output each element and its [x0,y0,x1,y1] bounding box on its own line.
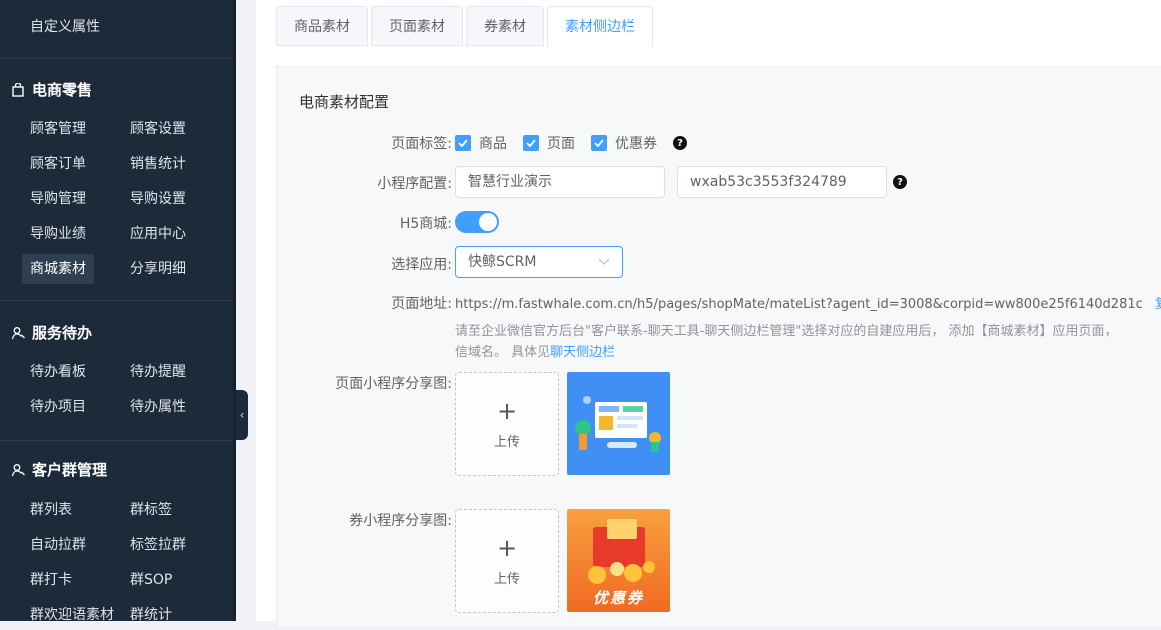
sidebar-item-group-stats[interactable]: 群统计 [122,600,180,630]
hint-line: 请至企业微信官方后台"客户联系-聊天工具-聊天侧边栏管理"选择对应的自建应用后，… [455,324,1118,339]
sidebar-section-group-management[interactable]: 客户群管理 [10,459,107,480]
plus-icon: + [496,396,518,425]
sidebar-item-group-welcome[interactable]: 群欢迎语素材 [22,600,122,630]
user-icon [10,462,26,478]
coupon-share-image-label: 券小程序分享图: [349,513,452,529]
chat-sidebar-link[interactable]: 聊天侧边栏 [550,345,615,360]
sidebar-scrollbar[interactable] [233,0,236,621]
panel-title: 电商素材配置 [299,93,390,111]
sidebar-item-app-center[interactable]: 应用中心 [122,219,194,249]
hint-line-prefix: 信域名。 具体见 [455,345,551,360]
mini-program-appid-input[interactable]: wxab53c3553f324789 [677,166,887,198]
page-tags-group: 商品 页面 优惠券 ? [455,133,687,153]
shopping-bag-icon [10,82,26,98]
checkbox-product[interactable] [455,135,471,151]
sidebar-item-auto-group[interactable]: 自动拉群 [22,530,94,560]
sidebar-divider [0,300,236,301]
app-select[interactable]: 快鲸SCRM [455,246,623,278]
sidebar-item-sales-stats[interactable]: 销售统计 [122,149,194,179]
checkbox-page[interactable] [523,135,539,151]
page-tags-label: 页面标签: [391,136,452,152]
sidebar: 自定义属性 电商零售 顾客管理 顾客设置 顾客订单 销售统计 导购管理 导购设置… [0,0,236,623]
tab-page-materials[interactable]: 页面素材 [371,6,463,46]
sidebar-item-customer-orders[interactable]: 顾客订单 [22,149,94,179]
checkbox-label: 商品 [479,136,507,152]
sidebar-item-guide-settings[interactable]: 导购设置 [122,184,194,214]
page-share-image-label: 页面小程序分享图: [335,376,452,392]
checkbox-label: 页面 [547,136,575,152]
coupon-share-upload-button[interactable]: + 上传 [455,509,559,613]
user-icon [10,325,26,341]
sidebar-item-todo-attributes[interactable]: 待办属性 [122,392,194,422]
sidebar-item-guide-performance[interactable]: 导购业绩 [22,219,94,249]
help-icon[interactable]: ? [673,136,687,150]
config-panel: 电商素材配置 页面标签: 商品 页面 优惠券 ? 小程序配置: 智慧行业演示 w… [276,66,1161,626]
sidebar-collapse-button[interactable]: ‹ [236,390,248,440]
sidebar-item-group-list[interactable]: 群列表 [22,495,80,525]
sidebar-item-group-sop[interactable]: 群SOP [122,565,180,595]
sidebar-item-custom-attributes[interactable]: 自定义属性 [30,16,100,36]
sidebar-section-ecommerce[interactable]: 电商零售 [10,79,92,100]
sidebar-item-customer-management[interactable]: 顾客管理 [22,114,94,144]
main-content: 商品素材 页面素材 券素材 素材侧边栏 电商素材配置 页面标签: 商品 页面 优… [256,0,1161,626]
copy-link[interactable]: 复制 [1155,297,1161,312]
mini-program-name-input[interactable]: 智慧行业演示 [455,166,665,198]
sidebar-item-mall-materials[interactable]: 商城素材 [22,254,94,284]
sidebar-section-service-todo[interactable]: 服务待办 [10,322,92,343]
tab-product-materials[interactable]: 商品素材 [276,6,368,46]
checkbox-label: 优惠券 [615,136,657,152]
coupon-share-image-preview[interactable]: 优惠券 [567,509,670,612]
sidebar-item-tag-group[interactable]: 标签拉群 [122,530,194,560]
app-select-value: 快鲸SCRM [468,254,537,270]
page-url-value: https://m.fastwhale.com.cn/h5/pages/shop… [455,297,1143,312]
chevron-left-icon: ‹ [239,408,245,422]
sidebar-item-group-tags[interactable]: 群标签 [122,495,180,525]
dashboard-illustration-icon [575,396,661,452]
plus-icon: + [496,533,518,562]
sidebar-item-customer-settings[interactable]: 顾客设置 [122,114,194,144]
upload-label: 上传 [493,571,520,587]
sidebar-item-todo-board[interactable]: 待办看板 [22,357,94,387]
select-app-label: 选择应用: [391,257,452,273]
tab-bar: 商品素材 页面素材 券素材 素材侧边栏 [276,6,656,46]
page-url-label: 页面地址: [391,296,452,312]
upload-label: 上传 [493,434,520,450]
sidebar-section-title: 服务待办 [32,324,93,342]
sidebar-divider [0,440,236,441]
sidebar-item-todo-reminder[interactable]: 待办提醒 [122,357,194,387]
page-url-row: https://m.fastwhale.com.cn/h5/pages/shop… [455,293,1161,312]
sidebar-item-group-checkin[interactable]: 群打卡 [22,565,80,595]
help-icon[interactable]: ? [893,175,907,189]
sidebar-divider [0,58,236,59]
sidebar-item-guide-management[interactable]: 导购管理 [22,184,94,214]
mini-program-label: 小程序配置: [377,176,452,192]
tab-material-sidebar[interactable]: 素材侧边栏 [547,6,653,46]
h5-mall-label: H5商城: [399,216,452,232]
page-share-image-preview[interactable] [567,372,670,475]
chevron-down-icon [598,247,610,277]
sidebar-item-todo-project[interactable]: 待办项目 [22,392,94,422]
h5-mall-switch[interactable] [455,211,499,233]
checkbox-coupon[interactable] [591,135,607,151]
hint-text: 请至企业微信官方后台"客户联系-聊天工具-聊天侧边栏管理"选择对应的自建应用后，… [455,321,1161,363]
switch-knob [479,213,497,231]
sidebar-item-share-details[interactable]: 分享明细 [122,254,194,284]
page-share-upload-button[interactable]: + 上传 [455,372,559,476]
coupon-image-text: 优惠券 [592,589,644,607]
sidebar-section-title: 客户群管理 [32,461,108,479]
sidebar-section-title: 电商零售 [32,81,93,99]
hint-line: 信域名。 具体见聊天侧边栏 [455,342,1161,363]
tab-coupon-materials[interactable]: 券素材 [466,6,544,46]
